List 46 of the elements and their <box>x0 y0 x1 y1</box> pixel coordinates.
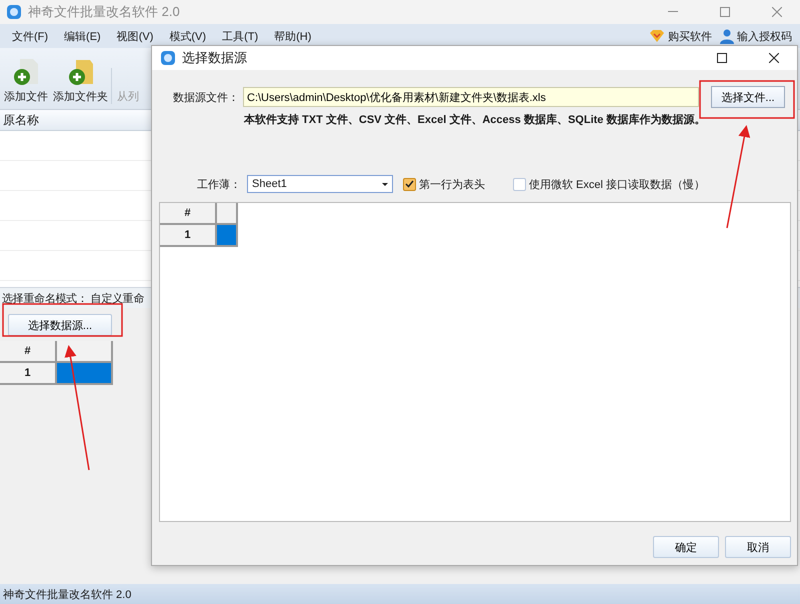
minimize-icon[interactable] <box>668 11 678 13</box>
toolbar-link[interactable]: 购买软件 <box>668 28 712 44</box>
menu-item[interactable]: 模式(V) <box>161 28 214 44</box>
dialog-button[interactable]: 确定 <box>653 536 719 558</box>
add-file-icon <box>11 57 41 87</box>
checkbox-label: 使用微软 Excel 接口读取数据（慢） <box>529 178 706 192</box>
status-text: 神奇文件批量改名软件 2.0 <box>3 588 132 602</box>
checkbox[interactable] <box>513 178 526 190</box>
supported-formats-note: 本软件支持 TXT 文件、CSV 文件、Excel 文件、Access 数据库、SQLite 数据库作为数据源。 <box>244 112 706 127</box>
app-icon <box>160 50 176 66</box>
select-data-source-button[interactable]: 选择数据源... <box>8 314 112 336</box>
row-number: 1 <box>0 363 57 385</box>
source-file-label: 数据源文件： <box>173 90 239 104</box>
menu-item[interactable]: 文件(F) <box>4 28 56 44</box>
dropdown-arrow-icon <box>382 182 388 186</box>
menu-item[interactable]: 帮助(H) <box>266 28 320 44</box>
close-icon[interactable] <box>769 53 779 63</box>
checkbox[interactable] <box>403 178 416 190</box>
menu-item[interactable]: 视图(V) <box>108 28 162 44</box>
toolbar-button[interactable]: 添加文件夹 <box>51 57 110 104</box>
table-cell[interactable] <box>57 363 113 385</box>
column-header <box>217 203 238 225</box>
source-file-field[interactable]: C:\Users\admin\Desktop\优化备用素材\新建文件夹\数据表.xls <box>243 87 699 107</box>
column-header: # <box>160 203 217 225</box>
dialog-title: 选择数据源 <box>182 49 248 67</box>
choose-file-button[interactable]: 选择文件... <box>711 86 785 108</box>
column-header: # <box>0 341 57 363</box>
menu-item[interactable]: 工具(T) <box>214 28 266 44</box>
column-header <box>57 341 113 363</box>
column-header: 原名称 <box>3 112 39 128</box>
workbook-dropdown[interactable]: Sheet1 <box>247 175 393 193</box>
gem-icon <box>649 29 665 43</box>
menu-item[interactable]: 编辑(E) <box>56 28 109 44</box>
checkbox-label: 第一行为表头 <box>419 178 485 192</box>
user-icon <box>720 28 734 44</box>
row-number: 1 <box>160 225 217 247</box>
mode-value: 自定义重命 <box>90 292 144 306</box>
table-cell[interactable] <box>217 225 238 247</box>
dialog-button[interactable]: 取消 <box>725 536 791 558</box>
toolbar-button[interactable]: 添加文件 <box>2 57 50 104</box>
mode-label: 选择重命名模式： <box>2 292 88 306</box>
window-title: 神奇文件批量改名软件 2.0 <box>28 3 181 21</box>
app-icon <box>6 4 22 20</box>
maximize-icon[interactable] <box>717 53 727 63</box>
toolbar-link[interactable]: 输入授权码 <box>737 28 792 44</box>
workbook-label: 工作薄： <box>197 178 241 192</box>
